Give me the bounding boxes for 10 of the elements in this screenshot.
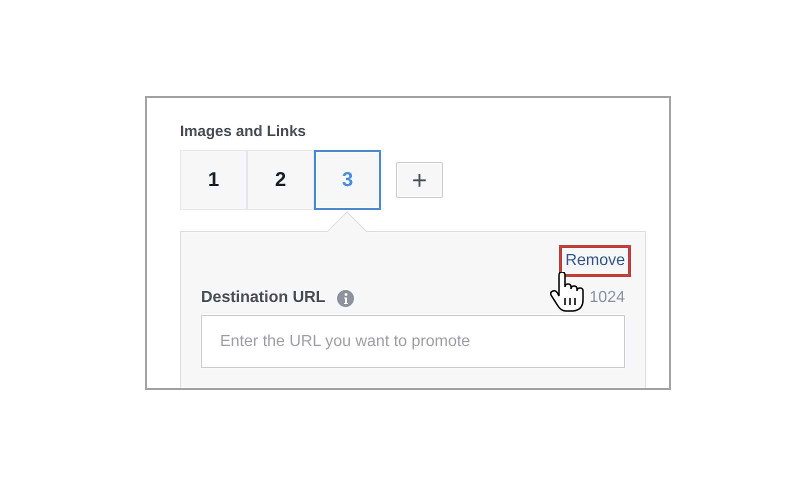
add-button[interactable]: + <box>396 162 443 198</box>
info-icon[interactable] <box>337 290 354 306</box>
tab[interactable]: 1 <box>180 150 247 210</box>
tab[interactable]: 2 <box>247 150 314 210</box>
hand-cursor-icon <box>550 272 584 312</box>
section-title: Images and Links <box>180 123 307 140</box>
remove-link[interactable]: Remove <box>559 245 631 277</box>
url-input-field[interactable]: Enter the URL you want to promote <box>201 315 625 368</box>
field-label: Destination URL <box>201 289 326 307</box>
character-counter: 1024 <box>589 289 625 307</box>
